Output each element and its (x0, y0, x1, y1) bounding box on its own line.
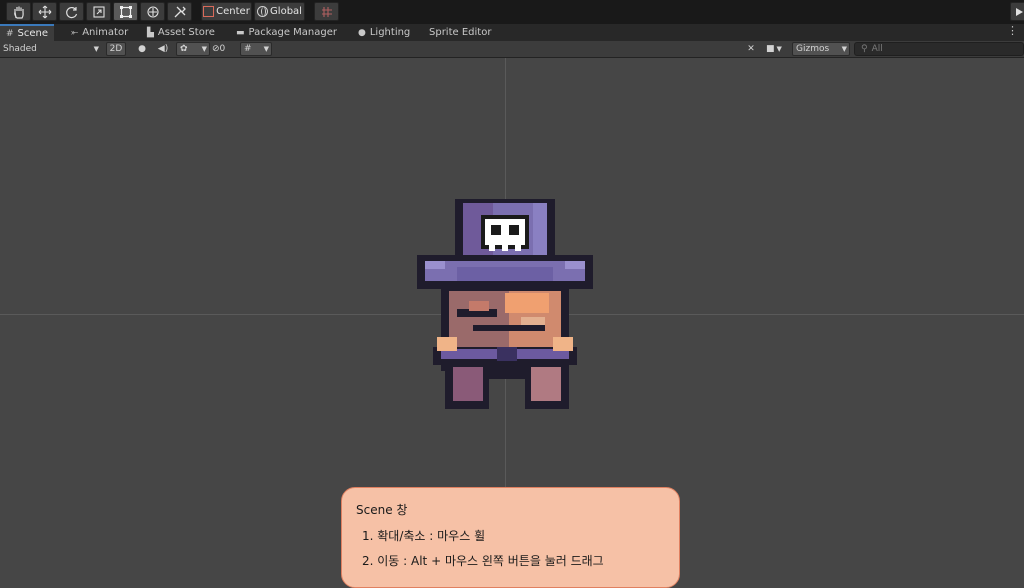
tab-package-manager[interactable]: ▬ Package Manager (236, 24, 337, 41)
shading-mode-value: Shaded (3, 44, 37, 54)
package-icon: ▬ (236, 28, 245, 38)
scene-toolbar: Shaded ▼ 2D ● ◀) ✿ ▼ ⊘ 0 # ▼ ✕ ■ ▼ Gizmo… (0, 41, 1024, 58)
snap-button[interactable] (314, 2, 339, 21)
tab-lighting[interactable]: ● Lighting (358, 24, 410, 41)
tab-label: Asset Store (158, 27, 215, 38)
grid-dropdown[interactable]: # ▼ (240, 42, 272, 56)
hand-icon (12, 5, 26, 19)
pivot-space-button[interactable]: Global (254, 2, 305, 21)
chevron-down-icon: ▼ (777, 45, 782, 53)
mode-2d-label: 2D (110, 44, 123, 54)
pivot-mode-button[interactable]: Center (201, 2, 252, 21)
effects-icon: ✿ (180, 44, 188, 54)
shading-mode-dropdown[interactable]: Shaded ▼ (3, 42, 99, 56)
globe-icon (257, 6, 268, 17)
tab-label: Scene (18, 28, 49, 39)
scene-lighting-toggle[interactable]: ● (135, 42, 149, 56)
pirate-sprite[interactable] (417, 197, 593, 413)
tab-animator[interactable]: ⤜ Animator (71, 24, 128, 41)
callout-title: Scene 창 (356, 501, 665, 518)
tools-icon (173, 5, 187, 19)
scene-audio-toggle[interactable]: ◀) (156, 42, 170, 56)
move-tool-button[interactable] (32, 2, 57, 21)
tab-label: Animator (82, 27, 128, 38)
scene-view[interactable]: Scene 창 1. 확대/축소 : 마우스 휠 2. 이동 : Alt + 마… (0, 58, 1024, 557)
pivot-icon (203, 6, 214, 17)
tools-icon[interactable]: ✕ (744, 42, 758, 56)
grid-icon: # (244, 44, 252, 54)
bag-icon: ▙ (147, 28, 154, 38)
hash-icon: # (6, 29, 14, 39)
animator-icon: ⤜ (71, 28, 78, 38)
play-icon (1012, 5, 1024, 19)
transform-tool-button[interactable] (140, 2, 165, 21)
scale-tool-button[interactable] (86, 2, 111, 21)
main-toolbar: Center Global (0, 0, 1024, 24)
pivot-space-label: Global (270, 6, 302, 17)
eye-hidden-icon: ⊘ (212, 44, 220, 54)
window-tab-bar: # Scene ⤜ Animator ▙ Asset Store ▬ Packa… (0, 24, 1024, 41)
tab-menu-icon[interactable]: ⋮ (1007, 24, 1018, 37)
play-button[interactable] (1010, 2, 1024, 21)
rect-transform-icon (119, 5, 133, 19)
move-icon (38, 5, 52, 19)
tab-asset-store[interactable]: ▙ Asset Store (147, 24, 215, 41)
grid-snap-icon (320, 5, 334, 19)
tab-label: Sprite Editor (429, 27, 491, 38)
scene-help-callout: Scene 창 1. 확대/축소 : 마우스 휠 2. 이동 : Alt + 마… (341, 487, 680, 588)
tab-sprite-editor[interactable]: Sprite Editor (429, 24, 491, 41)
tab-scene[interactable]: # Scene (0, 24, 54, 41)
scene-visibility-toggle[interactable]: ⊘ 0 (212, 42, 238, 56)
scale-icon (92, 5, 106, 19)
custom-tool-button[interactable] (167, 2, 192, 21)
transform-icon (146, 5, 160, 19)
bulb-icon: ● (358, 28, 366, 38)
camera-icon: ■ (766, 44, 775, 54)
chevron-down-icon: ▼ (264, 45, 269, 53)
callout-item-zoom: 1. 확대/축소 : 마우스 휠 (362, 527, 665, 544)
tab-label: Lighting (370, 27, 410, 38)
rotate-tool-button[interactable] (59, 2, 84, 21)
search-placeholder: All (872, 44, 883, 54)
chevron-down-icon: ▼ (842, 45, 847, 53)
camera-dropdown[interactable]: ■ ▼ (766, 42, 790, 56)
search-icon: ⚲ (861, 44, 868, 54)
speaker-icon: ◀) (158, 44, 168, 54)
hand-tool-button[interactable] (6, 2, 31, 21)
hierarchy-search-input[interactable]: ⚲ All (854, 42, 1024, 56)
bulb-icon: ● (138, 44, 146, 54)
tab-label: Package Manager (249, 27, 337, 38)
scene-effects-dropdown[interactable]: ✿ ▼ (176, 42, 210, 56)
callout-item-pan: 2. 이동 : Alt + 마우스 왼쪽 버튼을 눌러 드래그 (362, 552, 665, 569)
chevron-down-icon: ▼ (202, 45, 207, 53)
mode-2d-toggle[interactable]: 2D (106, 42, 126, 56)
gizmos-label: Gizmos (796, 44, 829, 54)
gizmos-dropdown[interactable]: Gizmos ▼ (792, 42, 850, 56)
rotate-icon (65, 5, 79, 19)
rect-tool-button[interactable] (113, 2, 138, 21)
hidden-count: 0 (220, 44, 226, 54)
pivot-mode-label: Center (216, 6, 250, 17)
chevron-down-icon: ▼ (94, 45, 99, 53)
